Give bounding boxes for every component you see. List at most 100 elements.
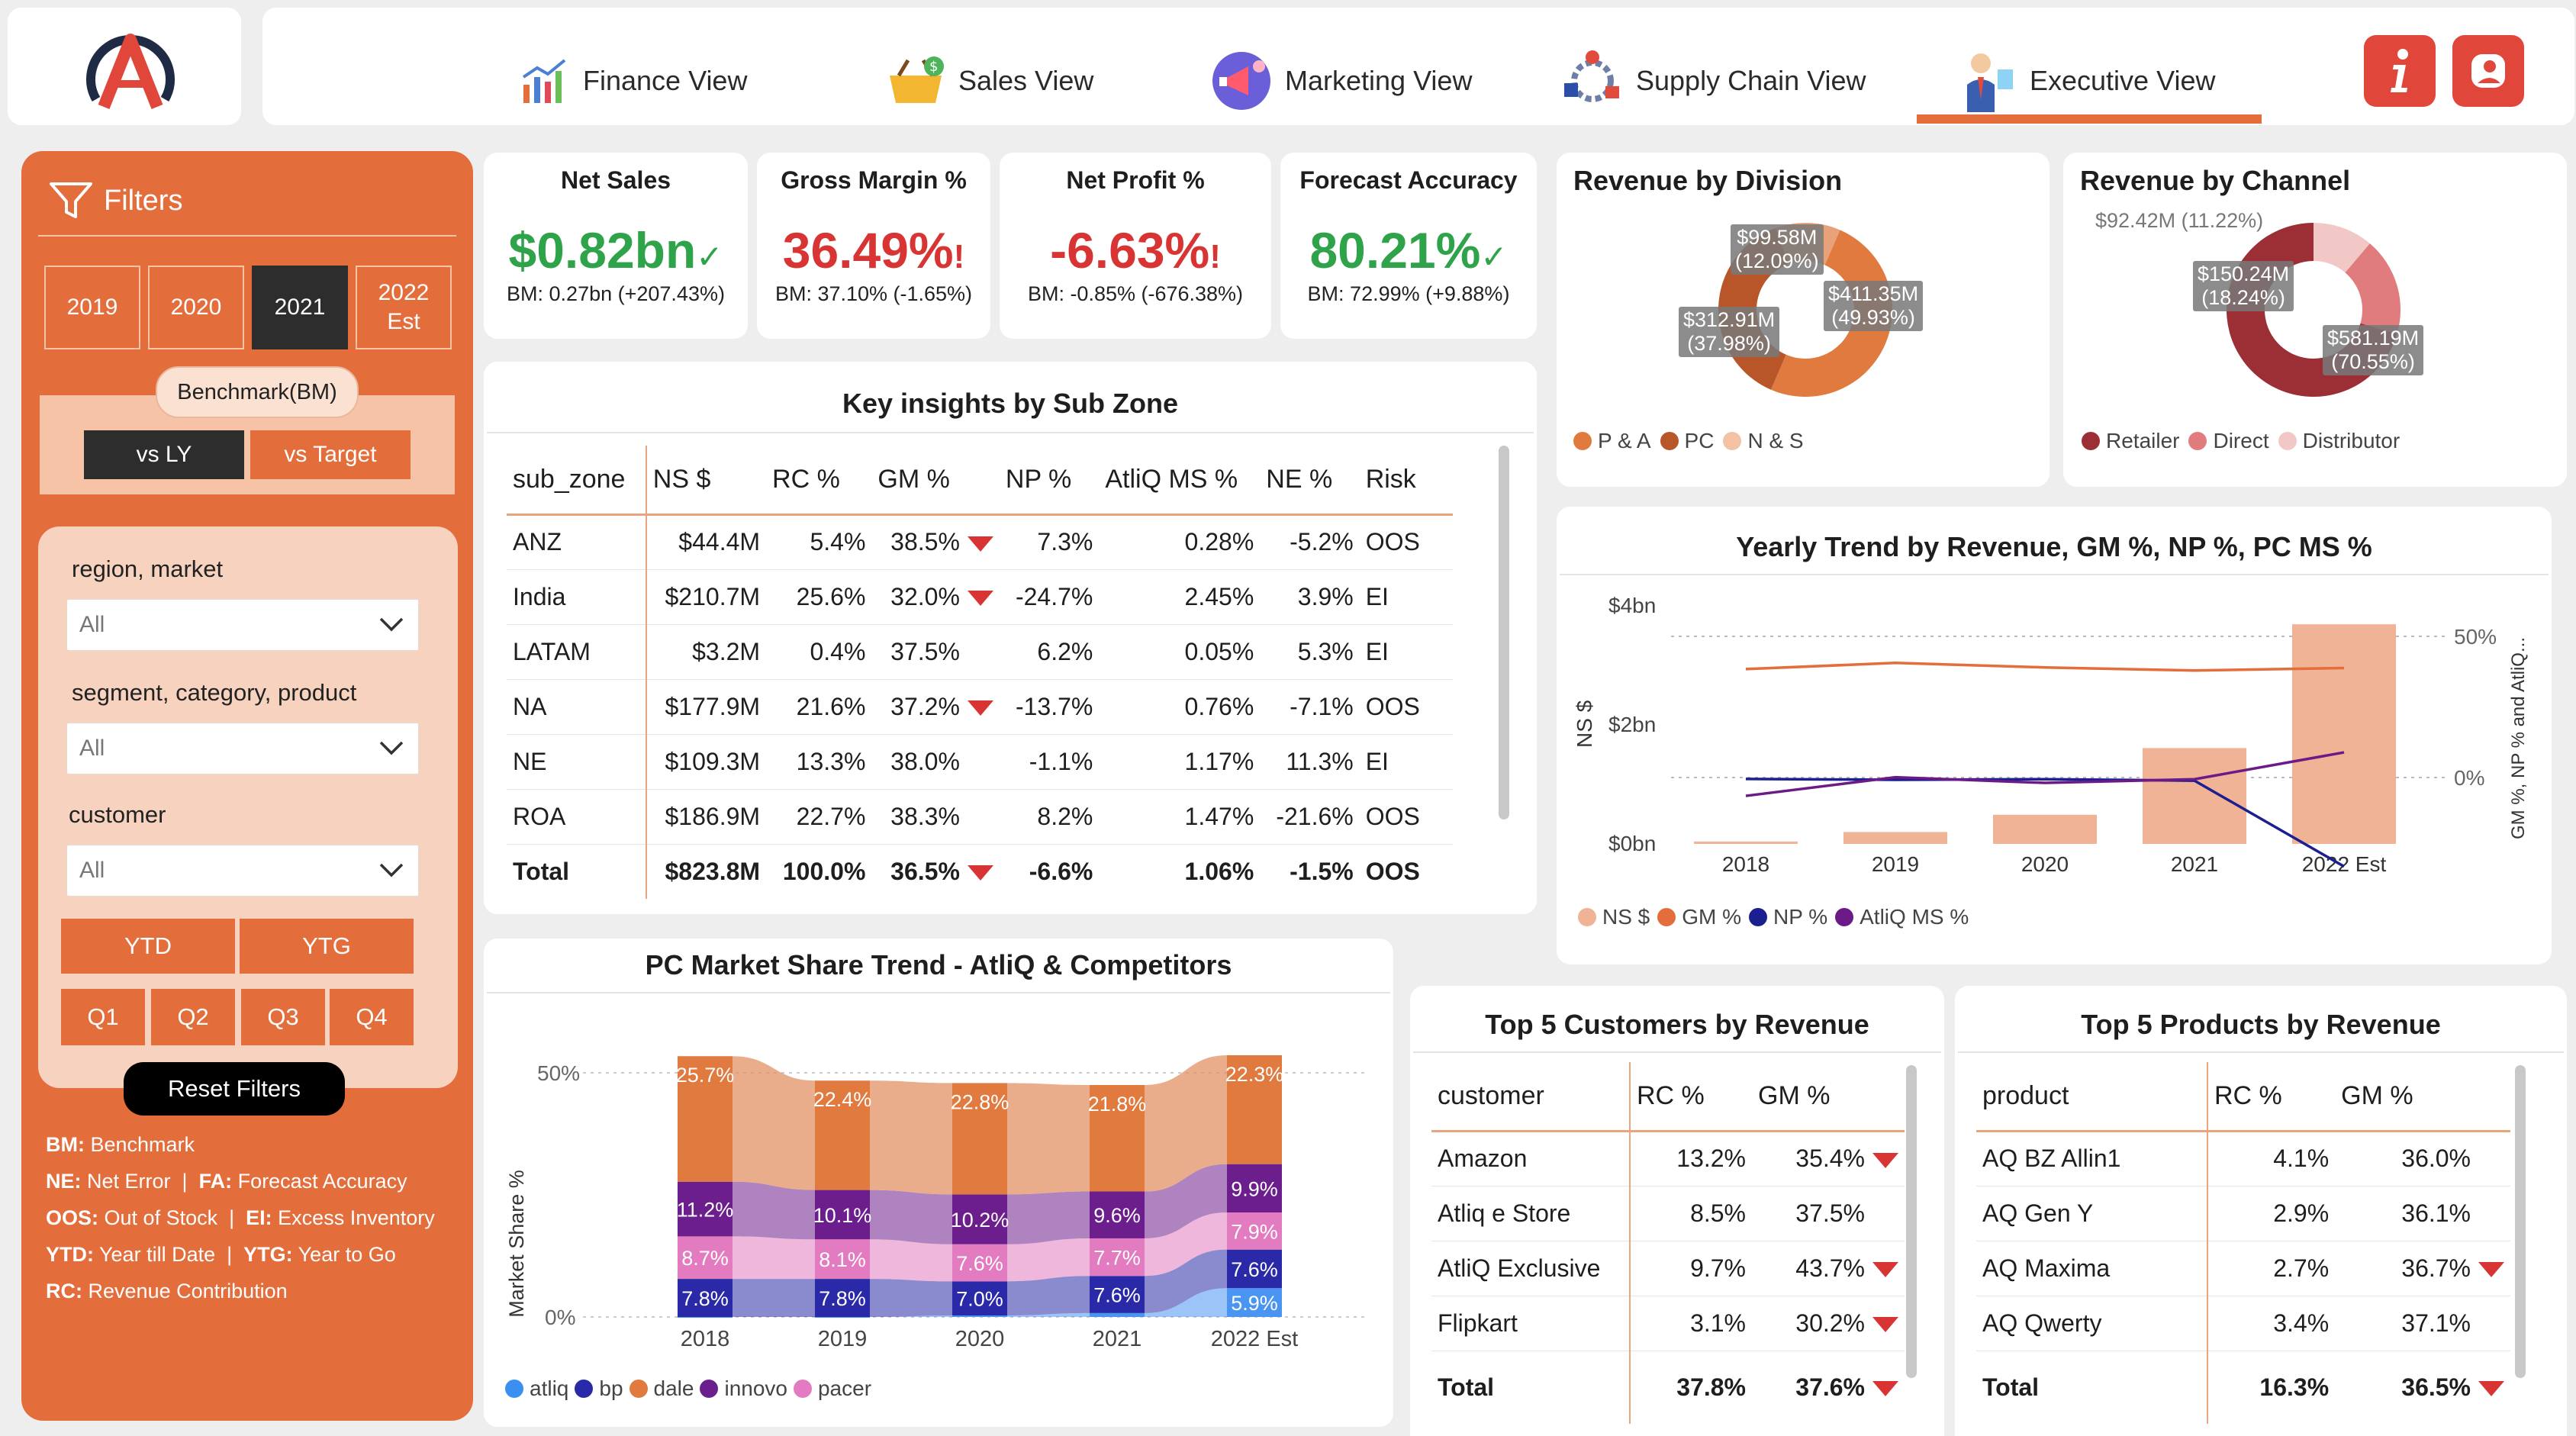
ytd-button[interactable]: YTD — [61, 919, 235, 974]
segment-atliq[interactable] — [815, 1317, 870, 1318]
customer-select[interactable]: All — [66, 844, 420, 897]
table-cell: 21.6% — [766, 679, 872, 735]
megaphone-icon — [1212, 52, 1270, 110]
table-row[interactable]: AQ Gen Y 2.9% 36.1% — [1976, 1186, 2510, 1241]
user-button[interactable] — [2452, 35, 2524, 107]
table-row[interactable]: Flipkart 3.1% 30.2% — [1431, 1296, 1905, 1351]
column-header[interactable]: RC % — [2206, 1062, 2336, 1132]
cell-value: 37.6% — [1795, 1373, 1865, 1401]
table-cell: 1.06% — [1099, 844, 1260, 899]
table-row[interactable]: AtliQ Exclusive 9.7% 43.7% — [1431, 1241, 1905, 1296]
column-header[interactable]: customer — [1431, 1062, 1630, 1132]
cell-value: 25.6% — [796, 582, 866, 610]
revenue-bar[interactable] — [2292, 624, 2396, 844]
tab-supply-chain-view[interactable]: Supply Chain View — [1560, 35, 1866, 127]
q3-button[interactable]: Q3 — [241, 989, 325, 1045]
down-triangle-icon — [2478, 1381, 2504, 1397]
table-row[interactable]: NE $109.3M 13.3% 38.0% -1.1% 1.17% 11.3% EI — [507, 734, 1453, 790]
table-row[interactable]: LATAM $3.2M 0.4% 37.5% 6.2% 0.05% 5.3% EI — [507, 624, 1453, 680]
vs-target-button[interactable]: vs Target — [250, 430, 411, 479]
cell-value: 2.7% — [2273, 1254, 2330, 1282]
year-2020-button[interactable]: 2020 — [148, 266, 244, 349]
total-row[interactable]: Total 37.8% 37.6% — [1431, 1351, 1905, 1424]
reset-filters-button[interactable]: Reset Filters — [124, 1062, 345, 1116]
cell-value: 8.5% — [1690, 1199, 1746, 1227]
revenue-bar[interactable] — [2143, 748, 2246, 844]
scrollbar[interactable] — [1499, 446, 1509, 819]
table-row[interactable]: ROA $186.9M 22.7% 38.3% 8.2% 1.47% -21.6% OOS — [507, 789, 1453, 845]
year-2019-button[interactable]: 2019 — [44, 266, 140, 349]
year-2021-button[interactable]: 2021 — [252, 266, 348, 349]
table-cell: $109.3M — [645, 734, 767, 790]
column-header[interactable]: Risk — [1359, 446, 1453, 516]
table-row[interactable]: India $210.7M 25.6% 32.0% -24.7% 2.45% 3.9% EI — [507, 569, 1453, 625]
table-cell: India — [507, 569, 646, 625]
alert-icon: ! — [1209, 238, 1221, 275]
table-cell: 6.2% — [999, 624, 1100, 680]
revenue-bar[interactable] — [1694, 841, 1798, 844]
column-header[interactable]: NE % — [1260, 446, 1360, 516]
scrollbar[interactable] — [2515, 1065, 2526, 1378]
tab-marketing-view[interactable]: Marketing View — [1209, 35, 1472, 127]
ribbon-innovo — [870, 1190, 952, 1244]
year-2022-est-button[interactable]: 2022 Est — [356, 266, 452, 349]
supply-chain-icon — [1564, 50, 1619, 102]
data-label: 7.6% — [1093, 1284, 1141, 1307]
trend-line-gm[interactable] — [1745, 662, 2345, 672]
q4-button[interactable]: Q4 — [330, 989, 414, 1045]
segment-select[interactable]: All — [66, 722, 420, 775]
scrollbar[interactable] — [1906, 1065, 1917, 1378]
tab-executive-view[interactable]: Executive View — [1950, 35, 2215, 127]
revenue-bar[interactable] — [1843, 832, 1947, 844]
cell-value: 38.5% — [890, 528, 960, 555]
column-header[interactable]: GM % — [871, 446, 1000, 516]
table-cell: 36.7% — [2335, 1241, 2510, 1296]
table-cell: 0.76% — [1099, 679, 1261, 735]
vs-ly-button[interactable]: vs LY — [84, 430, 244, 479]
column-header[interactable]: AtliQ MS % — [1099, 446, 1261, 516]
kpi-benchmark: BM: -0.85% (-676.38%) — [1027, 282, 1244, 305]
cell-value: LATAM — [513, 637, 591, 665]
column-header[interactable]: product — [1976, 1062, 2207, 1132]
column-header[interactable]: NP % — [999, 446, 1100, 516]
cell-value: 21.6% — [796, 692, 866, 720]
table-row[interactable]: AQ BZ Allin1 4.1% 36.0% — [1976, 1131, 2510, 1186]
segment-atliq[interactable] — [952, 1315, 1007, 1317]
down-triangle-icon — [1872, 1317, 1898, 1333]
table-row[interactable]: Atliq e Store 8.5% 37.5% — [1431, 1186, 1905, 1241]
tab-finance-view[interactable]: Finance View — [519, 35, 747, 127]
yearly-legend: NS $ GM % NP % AtliQ MS % — [1578, 905, 1969, 929]
segment-atliq[interactable] — [1090, 1312, 1145, 1317]
table-row[interactable]: Amazon 13.2% 35.4% — [1431, 1131, 1905, 1186]
trend-line-atliqms[interactable] — [1745, 751, 2345, 797]
table-cell: NE — [507, 734, 646, 790]
column-header[interactable]: GM % — [1752, 1062, 1905, 1132]
segment-atliq[interactable] — [678, 1317, 733, 1318]
column-header[interactable]: NS $ — [645, 446, 767, 516]
top-customers-title: Top 5 Customers by Revenue — [1485, 1009, 1869, 1040]
revenue-bar[interactable] — [1993, 814, 2097, 844]
table-cell: -21.6% — [1260, 789, 1360, 845]
region-select[interactable]: All — [66, 598, 420, 652]
column-header[interactable]: RC % — [1629, 1062, 1752, 1132]
column-header[interactable]: sub_zone — [507, 446, 646, 516]
info-button[interactable] — [2364, 35, 2436, 107]
table-cell: 8.5% — [1629, 1186, 1752, 1241]
down-triangle-icon — [1872, 1152, 1898, 1168]
q1-button[interactable]: Q1 — [61, 989, 145, 1045]
column-header[interactable]: RC % — [766, 446, 872, 516]
table-row[interactable]: AQ Qwerty 3.4% 37.1% — [1976, 1296, 2510, 1351]
data-label: 7.6% — [956, 1252, 1003, 1275]
table-row[interactable]: NA $177.9M 21.6% 37.2% -13.7% 0.76% -7.1% OOS — [507, 679, 1453, 735]
q2-button[interactable]: Q2 — [151, 989, 235, 1045]
total-row[interactable]: Total 16.3% 36.5% — [1976, 1351, 2510, 1424]
table-cell: 16.3% — [2206, 1351, 2336, 1424]
cell-value: 38.0% — [890, 747, 960, 775]
table-row[interactable]: ANZ $44.4M 5.4% 38.5% 7.3% 0.28% -5.2% OOS — [507, 514, 1453, 570]
table-row[interactable]: AQ Maxima 2.7% 36.7% — [1976, 1241, 2510, 1296]
tab-sales-view[interactable]: $ Sales View — [884, 35, 1093, 127]
ytg-button[interactable]: YTG — [240, 919, 414, 974]
column-header[interactable]: GM % — [2335, 1062, 2510, 1132]
total-row[interactable]: Total $823.8M 100.0% 36.5% -6.6% 1.06% -1.5% OO… — [507, 844, 1453, 899]
legend-swatch — [1657, 908, 1676, 926]
